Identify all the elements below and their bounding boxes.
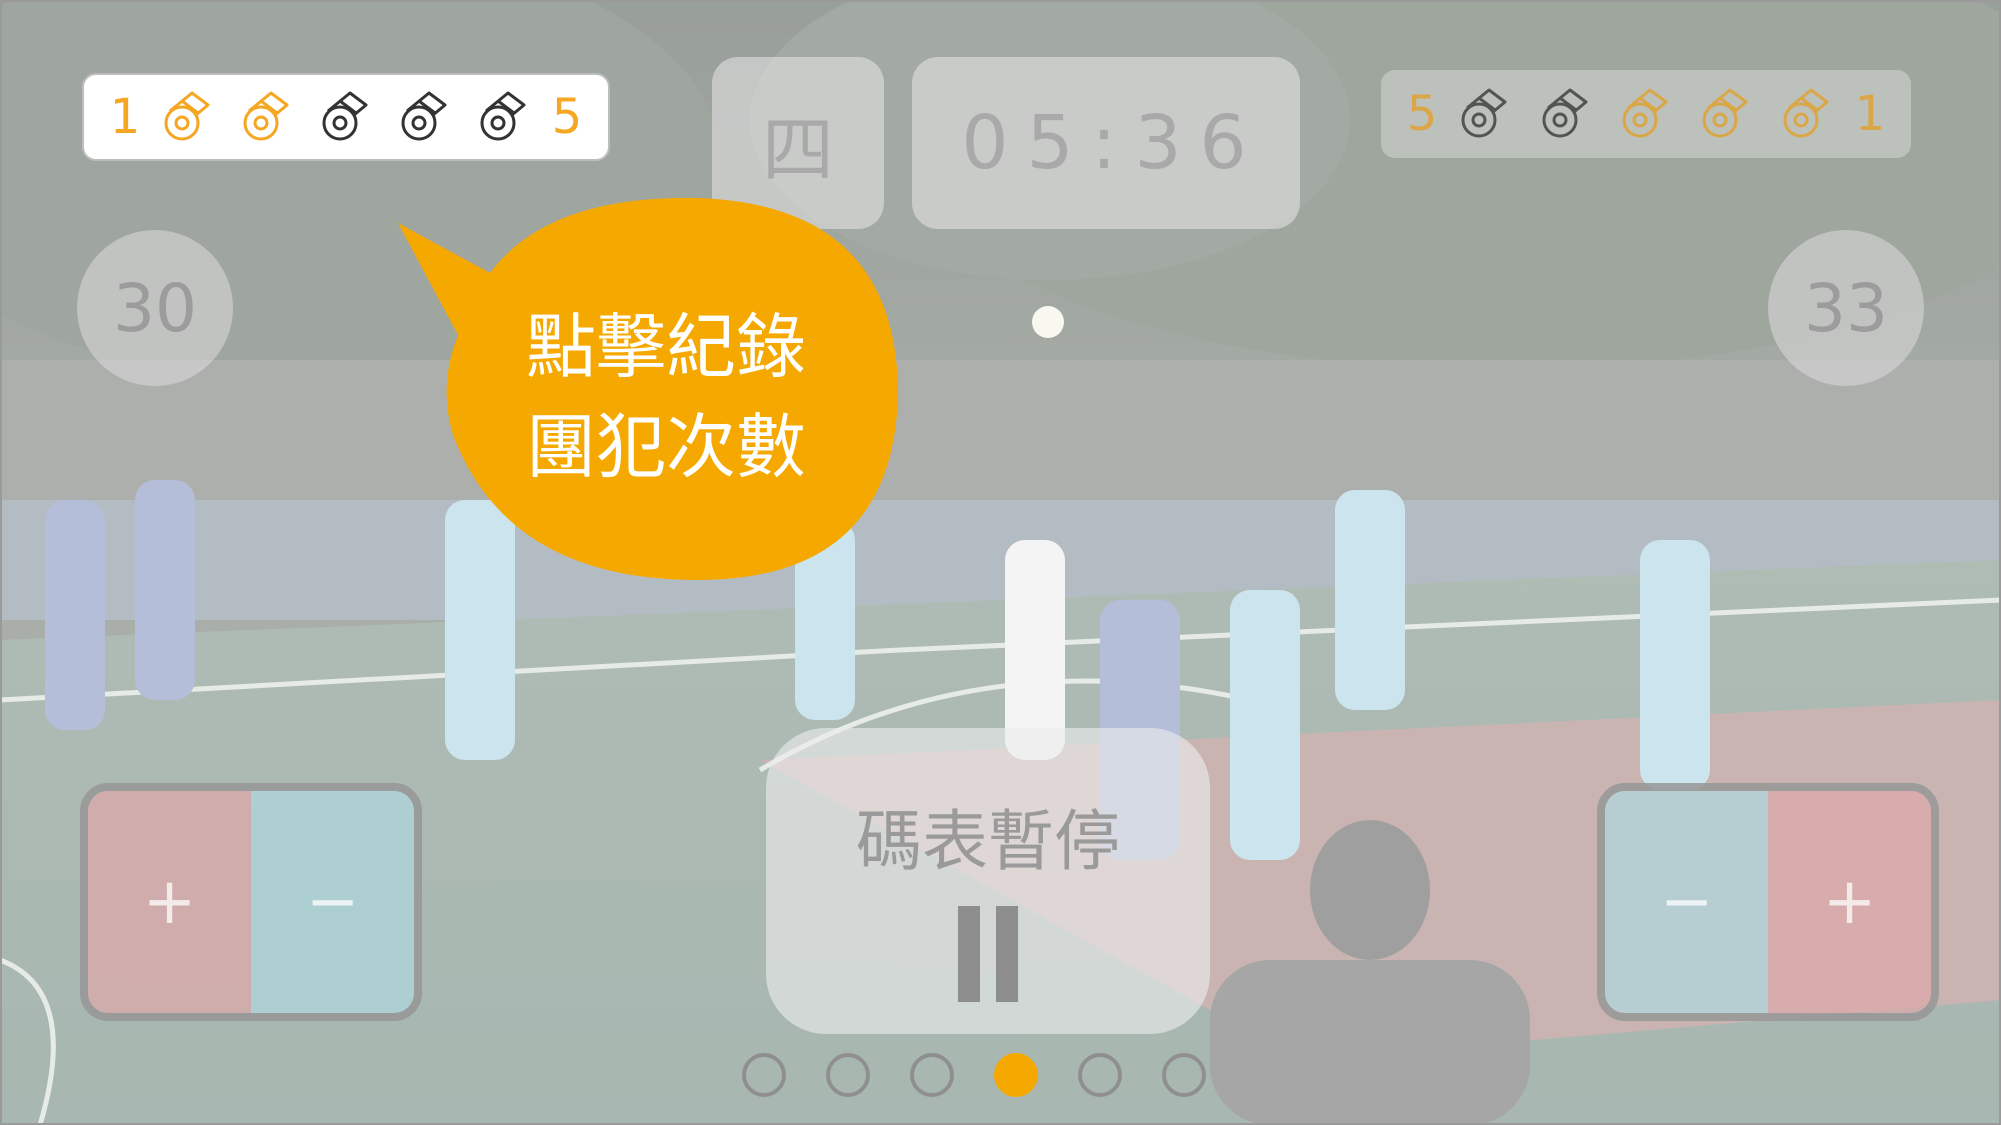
right-team-foul-tracker[interactable]: 5 1 bbox=[1381, 70, 1911, 158]
pause-clock-label: 碼表暫停 bbox=[856, 803, 1120, 880]
tooltip-line-1: 點擊紀錄 bbox=[526, 306, 806, 388]
left-team-score[interactable]: 30 bbox=[77, 230, 233, 386]
game-clock-time: 05:36 bbox=[961, 100, 1265, 186]
pause-clock-button[interactable]: 碼表暫停 bbox=[766, 728, 1210, 1034]
right-team-score[interactable]: 33 bbox=[1768, 230, 1924, 386]
tooltip-text: 點擊紀錄 團犯次數 bbox=[446, 297, 886, 497]
whistle-icon[interactable] bbox=[158, 87, 218, 147]
right-foul-end-label: 1 bbox=[1854, 86, 1886, 142]
page-dot[interactable] bbox=[826, 1053, 870, 1097]
right-score-minus-button[interactable]: − bbox=[1605, 791, 1768, 1013]
pause-icon bbox=[958, 906, 1018, 1002]
whistle-icon[interactable] bbox=[1616, 84, 1676, 144]
tooltip-line-2: 團犯次數 bbox=[526, 406, 806, 488]
whistle-icon[interactable] bbox=[1455, 84, 1515, 144]
foul-hint-tooltip: 點擊紀錄 團犯次數 bbox=[398, 195, 898, 585]
left-score-plus-button[interactable]: + bbox=[88, 791, 251, 1013]
right-score-plus-button[interactable]: + bbox=[1768, 791, 1931, 1013]
whistle-icon[interactable] bbox=[316, 87, 376, 147]
left-foul-end-label: 5 bbox=[551, 89, 583, 145]
page-dot[interactable] bbox=[994, 1053, 1038, 1097]
whistle-icon[interactable] bbox=[1696, 84, 1756, 144]
left-score-adjust-pad: + − bbox=[80, 783, 422, 1021]
right-score-adjust-pad: − + bbox=[1597, 783, 1939, 1021]
whistle-icon[interactable] bbox=[1536, 84, 1596, 144]
page-dot[interactable] bbox=[910, 1053, 954, 1097]
page-dot[interactable] bbox=[1162, 1053, 1206, 1097]
page-indicator bbox=[742, 1053, 1206, 1097]
whistle-icon[interactable] bbox=[395, 87, 455, 147]
whistle-icon[interactable] bbox=[237, 87, 297, 147]
whistle-icon[interactable] bbox=[474, 87, 534, 147]
page-dot[interactable] bbox=[742, 1053, 786, 1097]
right-foul-start-label: 5 bbox=[1406, 86, 1438, 142]
left-team-foul-tracker[interactable]: 1 5 bbox=[82, 73, 610, 161]
left-foul-start-label: 1 bbox=[109, 89, 141, 145]
right-foul-whistles bbox=[1445, 84, 1847, 144]
left-foul-whistles bbox=[148, 87, 544, 147]
left-score-minus-button[interactable]: − bbox=[251, 791, 414, 1013]
game-clock[interactable]: 05:36 bbox=[912, 57, 1300, 229]
whistle-icon[interactable] bbox=[1777, 84, 1837, 144]
page-dot[interactable] bbox=[1078, 1053, 1122, 1097]
